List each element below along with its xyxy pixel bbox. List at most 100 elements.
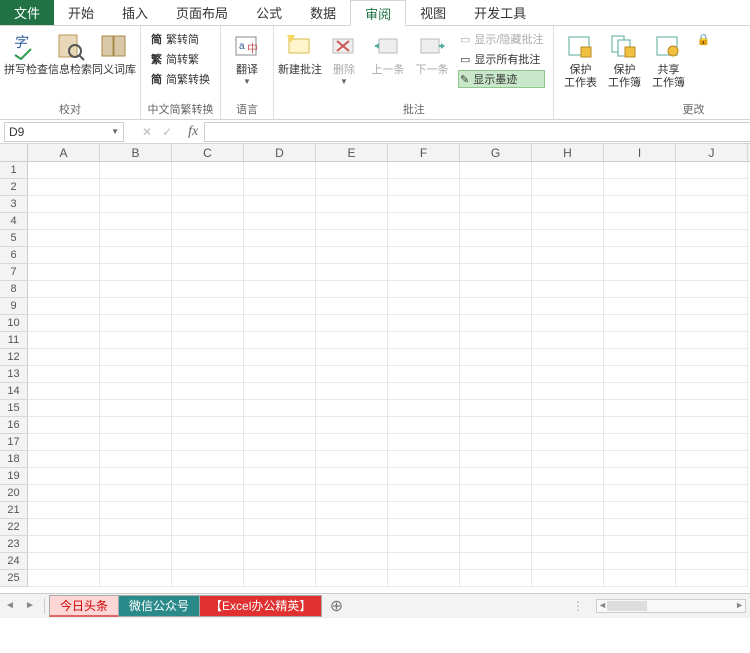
cell[interactable] xyxy=(100,468,172,485)
cell[interactable] xyxy=(388,417,460,434)
cell[interactable] xyxy=(532,502,604,519)
cell[interactable] xyxy=(460,196,532,213)
cell[interactable] xyxy=(244,468,316,485)
cell[interactable] xyxy=(604,213,676,230)
cell[interactable] xyxy=(532,332,604,349)
simp-to-trad-button[interactable]: 简繁转简 xyxy=(149,30,212,48)
cell[interactable] xyxy=(172,162,244,179)
cell[interactable] xyxy=(172,468,244,485)
cell[interactable] xyxy=(244,434,316,451)
cell[interactable] xyxy=(604,536,676,553)
cell[interactable] xyxy=(532,196,604,213)
tab-dev[interactable]: 开发工具 xyxy=(460,0,540,25)
cell[interactable] xyxy=(316,298,388,315)
cell[interactable] xyxy=(316,366,388,383)
cell[interactable] xyxy=(28,570,100,587)
cell[interactable] xyxy=(604,264,676,281)
cell[interactable] xyxy=(28,553,100,570)
row-header[interactable]: 17 xyxy=(0,434,28,451)
cell[interactable] xyxy=(388,162,460,179)
cell[interactable] xyxy=(532,485,604,502)
cell[interactable] xyxy=(316,349,388,366)
tab-home[interactable]: 开始 xyxy=(54,0,108,25)
new-comment-button[interactable]: 新建批注 xyxy=(278,28,322,77)
cell[interactable] xyxy=(28,315,100,332)
cell[interactable] xyxy=(532,468,604,485)
cell[interactable] xyxy=(388,179,460,196)
add-sheet-button[interactable]: ⊕ xyxy=(321,596,351,616)
cell[interactable] xyxy=(316,536,388,553)
cell[interactable] xyxy=(388,502,460,519)
horizontal-scrollbar[interactable]: ◄ ► xyxy=(596,599,746,613)
row-header[interactable]: 18 xyxy=(0,451,28,468)
tab-formulas[interactable]: 公式 xyxy=(242,0,296,25)
cell[interactable] xyxy=(172,485,244,502)
cell[interactable] xyxy=(244,281,316,298)
cell[interactable] xyxy=(316,417,388,434)
cell[interactable] xyxy=(460,366,532,383)
cell[interactable] xyxy=(100,247,172,264)
cell[interactable] xyxy=(172,281,244,298)
cell[interactable] xyxy=(244,553,316,570)
trad-to-simp-button[interactable]: 繁简转繁 xyxy=(149,50,212,68)
cell[interactable] xyxy=(388,468,460,485)
cell[interactable] xyxy=(244,383,316,400)
cell[interactable] xyxy=(604,247,676,264)
cell[interactable] xyxy=(388,451,460,468)
cell[interactable] xyxy=(172,451,244,468)
cell[interactable] xyxy=(460,519,532,536)
cell[interactable] xyxy=(532,247,604,264)
cell[interactable] xyxy=(316,570,388,587)
cell[interactable] xyxy=(100,264,172,281)
cell[interactable] xyxy=(460,213,532,230)
cell[interactable] xyxy=(28,298,100,315)
cell[interactable] xyxy=(316,230,388,247)
tab-insert[interactable]: 插入 xyxy=(108,0,162,25)
cell[interactable] xyxy=(244,485,316,502)
cell[interactable] xyxy=(244,519,316,536)
cell[interactable] xyxy=(604,400,676,417)
cell[interactable] xyxy=(244,451,316,468)
cell[interactable] xyxy=(460,162,532,179)
cell[interactable] xyxy=(388,366,460,383)
cell[interactable] xyxy=(316,213,388,230)
row-header[interactable]: 15 xyxy=(0,400,28,417)
cell[interactable] xyxy=(244,162,316,179)
cell[interactable] xyxy=(388,519,460,536)
cell[interactable] xyxy=(604,332,676,349)
row-header[interactable]: 2 xyxy=(0,179,28,196)
cell[interactable] xyxy=(676,298,748,315)
cell[interactable] xyxy=(532,264,604,281)
cell[interactable] xyxy=(604,179,676,196)
scroll-right-icon[interactable]: ► xyxy=(735,600,744,610)
cell[interactable] xyxy=(676,162,748,179)
cell[interactable] xyxy=(676,502,748,519)
cell[interactable] xyxy=(460,315,532,332)
cell[interactable] xyxy=(172,196,244,213)
cell[interactable] xyxy=(460,349,532,366)
cell[interactable] xyxy=(100,451,172,468)
protect-book-button[interactable]: 保护 工作簿 xyxy=(602,28,646,90)
column-header[interactable]: H xyxy=(532,144,604,161)
cell[interactable] xyxy=(100,196,172,213)
cell[interactable] xyxy=(604,349,676,366)
cell[interactable] xyxy=(100,383,172,400)
cell[interactable] xyxy=(604,230,676,247)
row-header[interactable]: 20 xyxy=(0,485,28,502)
row-header[interactable]: 19 xyxy=(0,468,28,485)
cell[interactable] xyxy=(604,196,676,213)
cell[interactable] xyxy=(316,451,388,468)
cell[interactable] xyxy=(244,536,316,553)
cell[interactable] xyxy=(604,502,676,519)
cell[interactable] xyxy=(28,383,100,400)
cell[interactable] xyxy=(676,230,748,247)
cell[interactable] xyxy=(460,570,532,587)
cell[interactable] xyxy=(532,213,604,230)
cell[interactable] xyxy=(388,485,460,502)
cell[interactable] xyxy=(388,213,460,230)
row-header[interactable]: 8 xyxy=(0,281,28,298)
cell[interactable] xyxy=(604,366,676,383)
cnconv-button[interactable]: 简简繁转换 xyxy=(149,70,212,88)
cell[interactable] xyxy=(388,298,460,315)
cell[interactable] xyxy=(244,230,316,247)
